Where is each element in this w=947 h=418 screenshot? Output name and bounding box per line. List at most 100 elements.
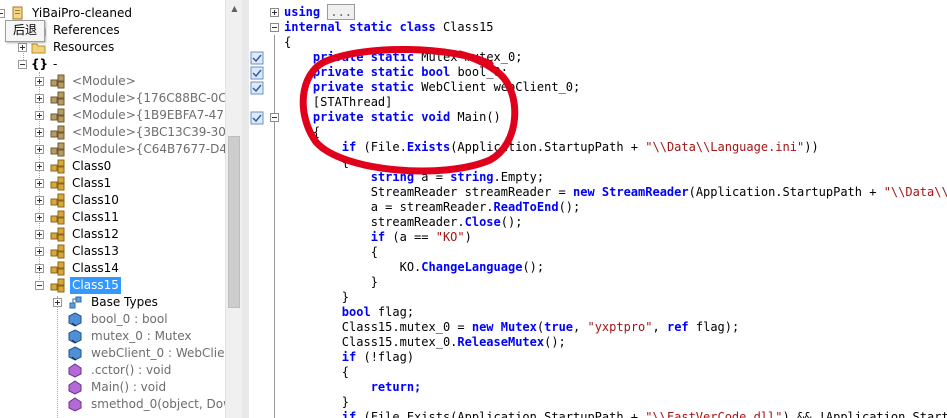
tree-label-module: <Module>{3BC13C39-30E [72, 125, 234, 139]
collapse-toggle-icon[interactable] [0, 9, 5, 18]
field-icon [68, 329, 82, 344]
bookmark-icon[interactable] [250, 66, 264, 80]
expand-toggle-icon[interactable] [35, 94, 44, 103]
code-line: { [284, 245, 378, 259]
tree-label-class: Class10 [72, 193, 119, 207]
namespace-icon: {} [31, 57, 49, 71]
tree-label-class: Class0 [72, 159, 112, 173]
expand-toggle-icon[interactable] [35, 111, 44, 120]
scrollbar-thumb[interactable] [228, 136, 240, 308]
code-line: } [284, 275, 378, 289]
expand-toggle-icon[interactable] [35, 196, 44, 205]
expand-toggle-icon[interactable] [35, 145, 44, 154]
expand-toggle-icon[interactable] [35, 247, 44, 256]
collapse-region-icon[interactable] [270, 113, 279, 122]
expand-toggle-icon[interactable] [35, 230, 44, 239]
class-icon [50, 278, 65, 293]
bookmark-icon[interactable] [250, 51, 264, 65]
tree-label-resources: Resources [53, 40, 115, 54]
expand-toggle-icon[interactable] [35, 264, 44, 273]
expand-toggle-icon[interactable] [35, 128, 44, 137]
code-line: if (a == "KO") [370, 230, 472, 244]
tree-label-references: References [53, 23, 120, 37]
code-line: } [284, 395, 350, 409]
tree-label-module: <Module>{C64B7677-D4F [72, 142, 234, 156]
tree-label-class: Class11 [72, 210, 119, 224]
class-icon [50, 159, 65, 174]
tree-connector [57, 296, 58, 418]
class-icon [50, 227, 65, 242]
tree-label-member: mutex_0 : Mutex [91, 329, 192, 343]
collapse-toggle-icon[interactable] [35, 281, 44, 290]
method-icon [68, 363, 82, 378]
method-icon [68, 380, 82, 395]
collapsed-region[interactable]: ... [327, 4, 356, 20]
assembly-icon [12, 6, 23, 20]
annotation-circle [299, 46, 519, 175]
bookmark-icon[interactable] [250, 81, 264, 95]
code-line: return; [370, 380, 422, 394]
tree-label-base-types: Base Types [91, 295, 158, 309]
method-icon [68, 397, 82, 412]
code-line: { [284, 35, 292, 49]
tree-scrollbar[interactable]: ▲ [225, 0, 242, 418]
code-line: StreamReader streamReader = new StreamRe… [370, 185, 947, 199]
class-icon [50, 210, 65, 225]
expand-toggle-icon[interactable] [35, 213, 44, 222]
back-tooltip: 后退 [5, 20, 45, 42]
code-line: streamReader.Close(); [370, 215, 523, 229]
code-line: Class15.mutex_0.ReleaseMutex(); [341, 335, 566, 349]
expand-toggle-icon[interactable] [53, 298, 62, 307]
code-line: } [284, 290, 350, 304]
expand-region-icon[interactable] [270, 8, 279, 17]
field-icon [68, 346, 82, 361]
tree-label-namespace: - [53, 57, 58, 71]
scroll-up-icon[interactable]: ▲ [226, 0, 242, 17]
outline-guide [274, 124, 275, 418]
tree-label-class: Class13 [72, 244, 119, 258]
expand-toggle-icon[interactable] [35, 162, 44, 171]
class-icon [50, 261, 65, 276]
code-line-using: using ... [284, 4, 356, 20]
collapse-region-icon[interactable] [270, 23, 279, 32]
expand-toggle-icon[interactable] [35, 179, 44, 188]
tree-label-module: <Module>{1B9EBFA7-4738 [72, 108, 240, 122]
code-gutter [249, 0, 265, 418]
code-line: KO.ChangeLanguage(); [399, 260, 545, 274]
code-line: { [284, 365, 350, 379]
tree-label-class: Class1 [72, 176, 112, 190]
code-line: if (!flag) [341, 350, 415, 364]
tree-label-member: Main() : void [91, 380, 167, 394]
tree-label-member: bool_0 : bool [91, 312, 168, 326]
tree-label-module: <Module>{176C88BC-0C3 [72, 91, 235, 105]
code-line: bool flag; [341, 305, 415, 319]
tree-label-member: smethod_0(object, Dow [91, 397, 233, 411]
class-icon [50, 244, 65, 259]
tree-label-class: Class14 [72, 261, 119, 275]
class-icon [50, 176, 65, 191]
code-line: a = streamReader.ReadToEnd(); [370, 200, 581, 214]
code-line-class-decl: internal static class Class15 [284, 20, 494, 34]
module-class-icon [50, 142, 65, 157]
collapse-toggle-icon[interactable] [18, 60, 27, 69]
module-class-icon [50, 108, 65, 123]
code-line: Class15.mutex_0 = new Mutex(true, "yxptp… [341, 320, 740, 334]
field-icon [68, 312, 82, 327]
folder-icon [31, 43, 46, 54]
class-icon [50, 193, 65, 208]
module-class-icon [50, 125, 65, 140]
bookmark-icon[interactable] [250, 111, 264, 125]
tree-label-member: .cctor() : void [91, 363, 172, 377]
module-class-icon [50, 74, 65, 89]
assembly-tree[interactable]: YiBaiPro-cleaned References Resources {}… [0, 0, 242, 418]
expand-toggle-icon[interactable] [35, 77, 44, 86]
tree-label-class: Class12 [72, 227, 119, 241]
expand-toggle-icon[interactable] [18, 43, 27, 52]
tree-label-member: webClient_0 : WebClien [91, 346, 233, 360]
code-line: if (File.Exists(Application.StartupPath … [341, 410, 947, 418]
base-types-icon [69, 296, 82, 309]
tree-label-module: <Module> [72, 74, 136, 88]
module-class-icon [50, 91, 65, 106]
tree-label-root: YiBaiPro-cleaned [32, 6, 133, 20]
tree-label-class15-selected: Class15 [70, 277, 121, 294]
